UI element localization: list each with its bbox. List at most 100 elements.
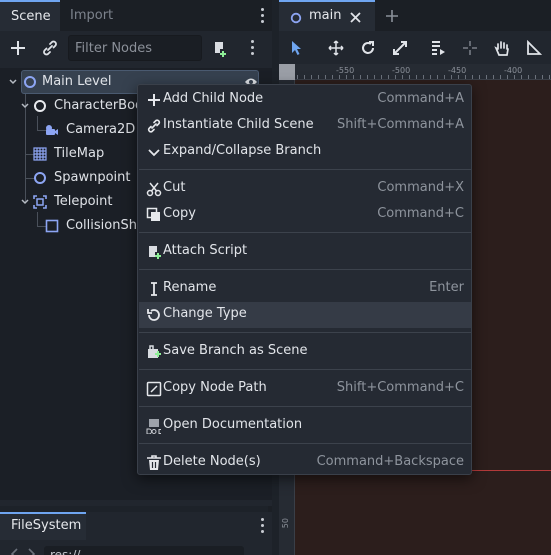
filter-nodes-input[interactable] (68, 35, 202, 61)
tree-item-camera2d[interactable]: Camera2D (44, 118, 144, 142)
tree-guide-line (37, 116, 38, 130)
forward-arrow-icon[interactable] (26, 548, 36, 555)
move-tool-icon[interactable] (328, 40, 344, 56)
tree-item-label: Main Level (42, 74, 112, 89)
menu-separator (139, 332, 471, 333)
menu-item-label: Save Branch as Scene (163, 343, 308, 358)
back-arrow-icon[interactable] (10, 548, 20, 555)
link-icon (147, 119, 161, 133)
menu-item-label: Expand/Collapse Branch (163, 143, 322, 158)
ruler-tick (304, 75, 305, 79)
add-tab-icon[interactable] (385, 9, 399, 23)
tree-item-tilemap[interactable]: TileMap (32, 142, 142, 166)
filesystem-path-field[interactable]: res:// (44, 546, 244, 555)
tab-import[interactable]: Import (60, 0, 113, 31)
menu-separator (139, 269, 471, 270)
ruler-tick (549, 75, 550, 79)
filesystem-menu-icon[interactable] (259, 518, 265, 534)
menu-item-rename[interactable]: Rename Enter (139, 276, 471, 302)
menu-item-change-type[interactable]: Change Type (139, 302, 471, 328)
node-context-menu: Add Child Node Command+A Instantiate Chi… (137, 84, 472, 475)
node-circle-icon (24, 76, 36, 88)
instantiate-scene-link-icon[interactable] (40, 38, 60, 58)
scale-tool-icon[interactable] (392, 40, 408, 56)
pivot-tool-icon[interactable] (462, 40, 478, 56)
text-cursor-icon (151, 282, 157, 296)
ruler-tick (318, 75, 319, 79)
tree-item-spawnpoint[interactable]: Spawnpoint (32, 166, 142, 190)
script-add-icon (149, 246, 161, 259)
menu-item-shortcut: Command+Backspace (316, 454, 464, 469)
chevron-down-icon[interactable] (8, 77, 18, 87)
menu-item-shortcut: Command+C (377, 206, 464, 221)
menu-separator (139, 443, 471, 444)
scissors-icon (146, 182, 162, 197)
menu-item-open-documentation[interactable]: Open Documentation (139, 413, 471, 439)
dock-splitter[interactable] (268, 506, 272, 512)
tab-scene[interactable]: Scene (0, 0, 60, 31)
chevron-down-icon (148, 149, 160, 157)
menu-item-attach-script[interactable]: Attach Script (139, 239, 471, 265)
add-node-icon[interactable] (8, 38, 28, 58)
ruler-label: -500 (392, 66, 411, 75)
ruler-tick (402, 75, 403, 79)
ruler-tool-icon[interactable] (526, 40, 542, 56)
ruler-tick (528, 75, 529, 79)
pan-hand-icon[interactable] (494, 40, 510, 56)
tree-item-telepoint[interactable]: Telepoint (32, 190, 142, 214)
ruler-tick (514, 75, 515, 79)
menu-item-expand-collapse-branch[interactable]: Expand/Collapse Branch (139, 139, 471, 165)
ruler-tick (472, 75, 473, 79)
menu-item-shortcut: Enter (429, 280, 464, 295)
chevron-down-icon[interactable] (20, 101, 30, 111)
ruler-tick (451, 75, 452, 79)
list-select-icon[interactable] (430, 40, 446, 56)
character-body-icon (34, 100, 46, 112)
tree-item-characterbody[interactable]: CharacterBody (32, 94, 151, 118)
ruler-tick (367, 75, 368, 79)
tree-item-label: CollisionSha (66, 218, 145, 233)
scene-dock-tabs: Scene Import (0, 0, 272, 31)
menu-item-shortcut: Command+A (377, 91, 464, 106)
tree-item-collisionshape[interactable]: CollisionSha (44, 214, 145, 238)
close-icon[interactable] (349, 11, 362, 24)
select-tool-icon[interactable] (290, 40, 304, 56)
ruler-tick (493, 75, 494, 79)
menu-item-save-branch-as-scene[interactable]: Save Branch as Scene (139, 339, 471, 365)
menu-item-copy-node-path[interactable]: Copy Node Path Shift+Command+C (139, 376, 471, 402)
ruler-tick (353, 75, 354, 79)
save-branch-icon (148, 345, 161, 358)
menu-item-cut[interactable]: Cut Command+X (139, 176, 471, 202)
rotate-tool-icon[interactable] (360, 40, 376, 56)
menu-item-copy[interactable]: Copy Command+C (139, 202, 471, 228)
ruler-tick (521, 75, 522, 79)
menu-item-add-child-node[interactable]: Add Child Node Command+A (139, 87, 471, 113)
node-path-icon (146, 381, 162, 397)
ruler-tick (535, 75, 536, 79)
tree-item-label: Telepoint (54, 194, 113, 209)
menu-item-instantiate-child-scene[interactable]: Instantiate Child Scene Shift+Command+A (139, 113, 471, 139)
ruler-tick (479, 75, 480, 79)
ruler-tick (360, 75, 361, 79)
ruler-tick (444, 75, 445, 79)
menu-item-delete-nodes[interactable]: Delete Node(s) Command+Backspace (139, 450, 471, 476)
ruler-label: 50 (281, 518, 290, 529)
node-circle-icon (34, 172, 46, 184)
ruler-label: -550 (336, 66, 355, 75)
ruler-label: -400 (504, 66, 523, 75)
scene-dock-menu-icon[interactable] (259, 8, 265, 24)
ruler-tick (416, 75, 417, 79)
attach-script-icon[interactable] (210, 38, 230, 58)
menu-item-label: Rename (163, 280, 217, 295)
ruler-horizontal: -550 -500 -450 -400 (279, 64, 551, 80)
ruler-tick (437, 75, 438, 79)
chevron-down-icon[interactable] (20, 197, 30, 207)
scene-toolbar-menu-icon[interactable] (249, 40, 255, 56)
tab-main[interactable]: main (279, 0, 375, 31)
menu-item-shortcut: Shift+Command+C (336, 380, 464, 395)
editor-toolbar (279, 31, 551, 64)
menu-item-shortcut: Command+X (377, 180, 464, 195)
ruler-tick (395, 75, 396, 79)
tab-filesystem[interactable]: FileSystem (0, 512, 86, 540)
copy-icon (146, 207, 160, 221)
